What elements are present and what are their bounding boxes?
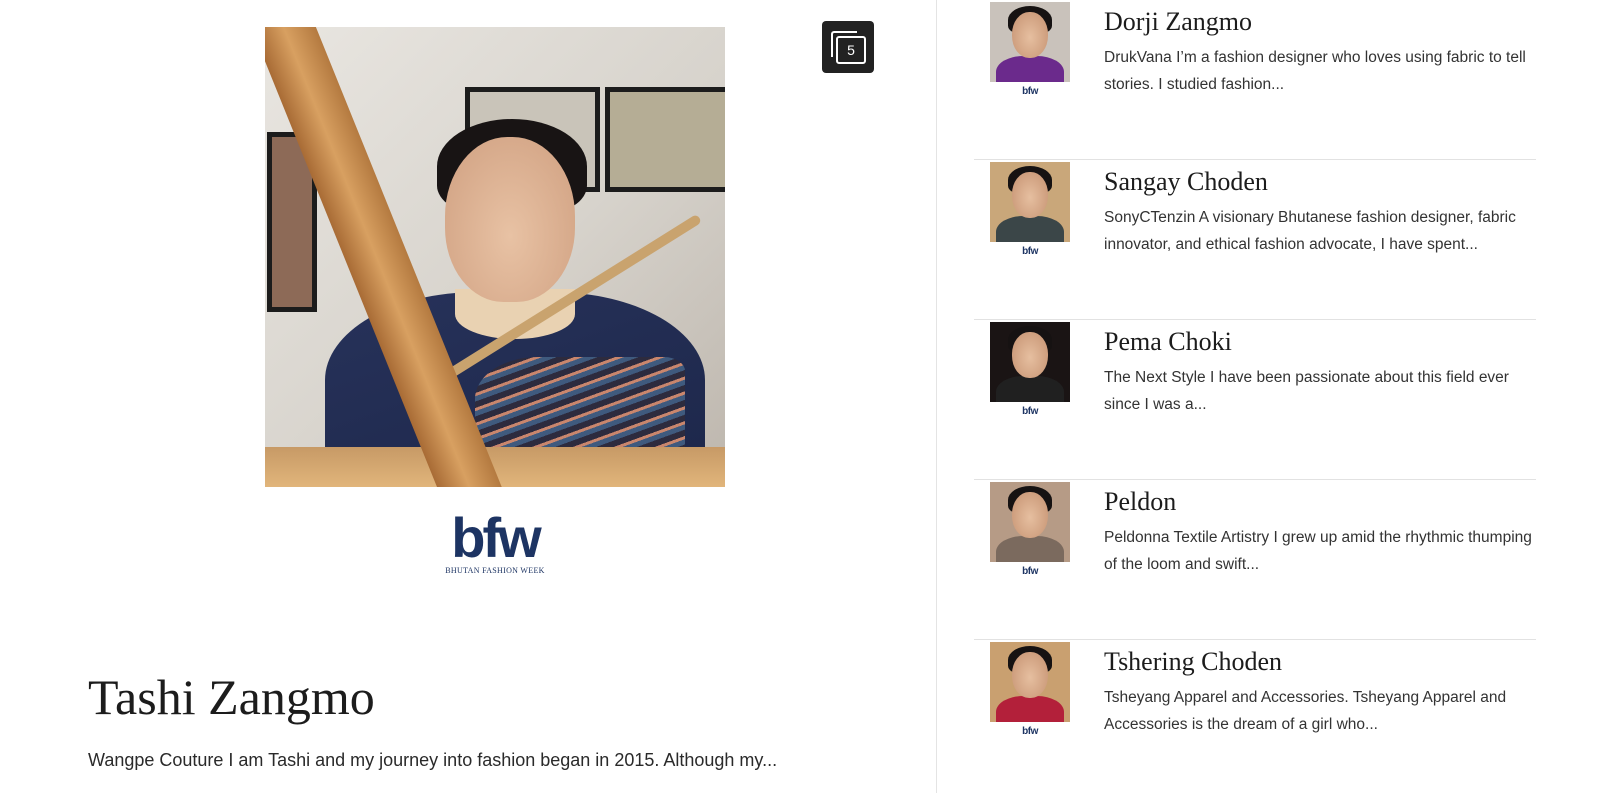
designer-thumbnail[interactable]: bfw xyxy=(990,2,1070,102)
thumb-logo: bfw xyxy=(1022,406,1038,417)
list-item[interactable]: bfw Tshering Choden Tsheyang Apparel and… xyxy=(974,640,1536,800)
list-item[interactable]: bfw Pema Choki The Next Style I have bee… xyxy=(974,320,1536,480)
designer-thumbnail[interactable]: bfw xyxy=(990,322,1070,422)
thumb-logo: bfw xyxy=(1022,86,1038,97)
wall-frame xyxy=(605,87,725,192)
designer-thumbnail[interactable]: bfw xyxy=(990,162,1070,262)
designer-excerpt: DrukVana I’m a fashion designer who love… xyxy=(1104,49,1526,93)
designer-thumbnail[interactable]: bfw xyxy=(990,482,1070,582)
list-item[interactable]: bfw Sangay Choden SonyCTenzin A visionar… xyxy=(974,160,1536,320)
featured-designer-name[interactable]: Tashi Zangmo xyxy=(88,667,375,727)
designer-excerpt: SonyCTenzin A visionary Bhutanese fashio… xyxy=(1104,209,1516,253)
featured-designer-excerpt: Wangpe Couture I am Tashi and my journey… xyxy=(88,750,778,770)
photo-face xyxy=(445,137,575,302)
designer-thumbnail[interactable]: bfw xyxy=(990,642,1070,742)
designer-name[interactable]: Sangay Choden xyxy=(1104,166,1268,198)
column-divider xyxy=(936,0,937,793)
thumb-logo: bfw xyxy=(1022,726,1038,737)
thumb-logo: bfw xyxy=(1022,246,1038,257)
designer-excerpt: Peldonna Textile Artistry I grew up amid… xyxy=(1104,529,1532,573)
logo-subtitle: BHUTAN FASHION WEEK xyxy=(445,566,545,575)
featured-designer-photo[interactable] xyxy=(265,27,725,487)
gallery-stack-icon: 5 xyxy=(831,31,866,64)
designer-name[interactable]: Dorji Zangmo xyxy=(1104,6,1252,38)
designer-name[interactable]: Peldon xyxy=(1104,486,1176,518)
designer-excerpt: Tsheyang Apparel and Accessories. Tsheya… xyxy=(1104,689,1507,733)
logo-wordmark: bfw xyxy=(451,506,541,569)
list-item[interactable]: bfw Dorji Zangmo DrukVana I’m a fashion … xyxy=(974,0,1536,160)
thumb-logo: bfw xyxy=(1022,566,1038,577)
featured-designer-panel: bfw BHUTAN FASHION WEEK 5 Tashi Zangmo W… xyxy=(0,0,936,793)
gallery-count-button[interactable]: 5 xyxy=(822,21,874,73)
designer-excerpt: The Next Style I have been passionate ab… xyxy=(1104,369,1509,413)
bhutan-fashion-week-logo: bfw BHUTAN FASHION WEEK xyxy=(430,506,560,576)
gallery-count: 5 xyxy=(836,36,866,64)
designer-name[interactable]: Tshering Choden xyxy=(1104,646,1282,678)
designer-list: bfw Dorji Zangmo DrukVana I’m a fashion … xyxy=(974,0,1536,800)
list-item[interactable]: bfw Peldon Peldonna Textile Artistry I g… xyxy=(974,480,1536,640)
designer-name[interactable]: Pema Choki xyxy=(1104,326,1232,358)
